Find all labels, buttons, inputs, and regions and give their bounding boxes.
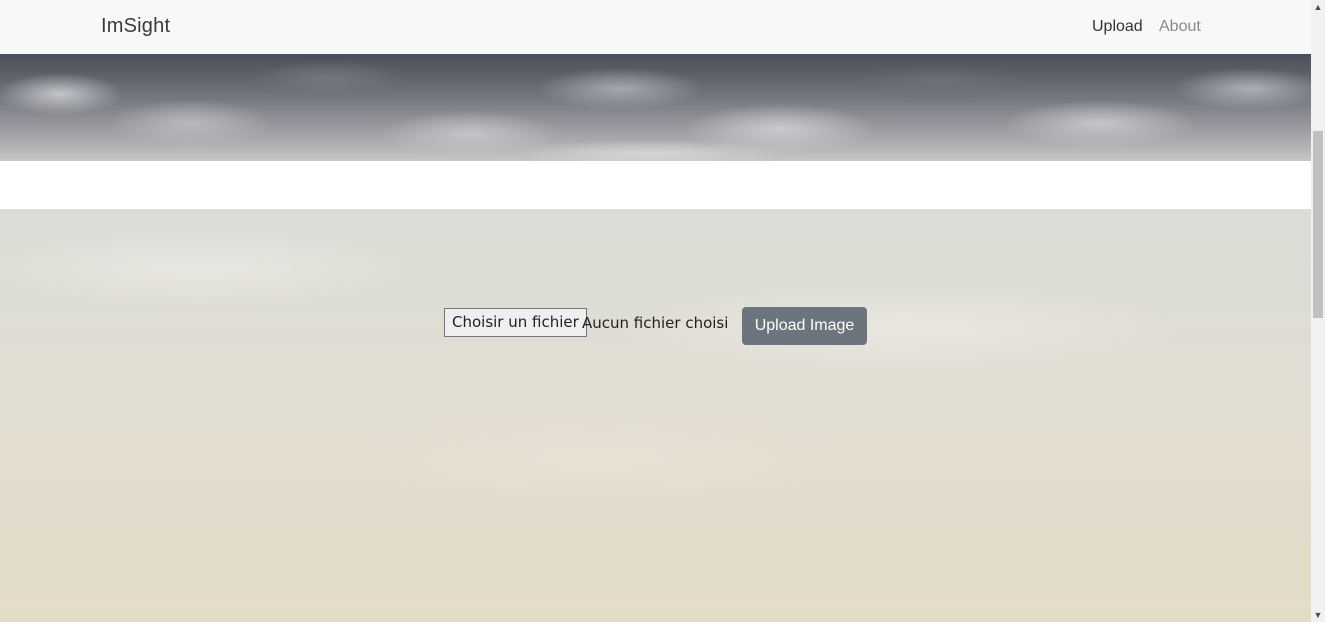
spacer [0, 161, 1311, 209]
file-status-text: Aucun fichier choisi [582, 314, 729, 332]
page: ImSight Upload About Choisir un fichier … [0, 0, 1311, 622]
upload-section: Choisir un fichier Aucun fichier choisi … [0, 209, 1311, 622]
nav-link-upload[interactable]: Upload [1092, 18, 1143, 36]
navbar: ImSight Upload About [0, 0, 1311, 54]
scrollbar-thumb[interactable] [1313, 131, 1323, 318]
chevron-up-icon[interactable]: ▲ [1311, 0, 1325, 14]
vertical-scrollbar[interactable]: ▲ ▼ [1311, 0, 1325, 622]
choose-file-button[interactable]: Choisir un fichier [444, 308, 587, 337]
chevron-down-icon[interactable]: ▼ [1311, 608, 1325, 622]
cloud-banner-image [0, 54, 1311, 161]
nav-link-about[interactable]: About [1159, 18, 1201, 36]
brand-logo[interactable]: ImSight [101, 15, 170, 38]
upload-image-button[interactable]: Upload Image [742, 307, 867, 345]
